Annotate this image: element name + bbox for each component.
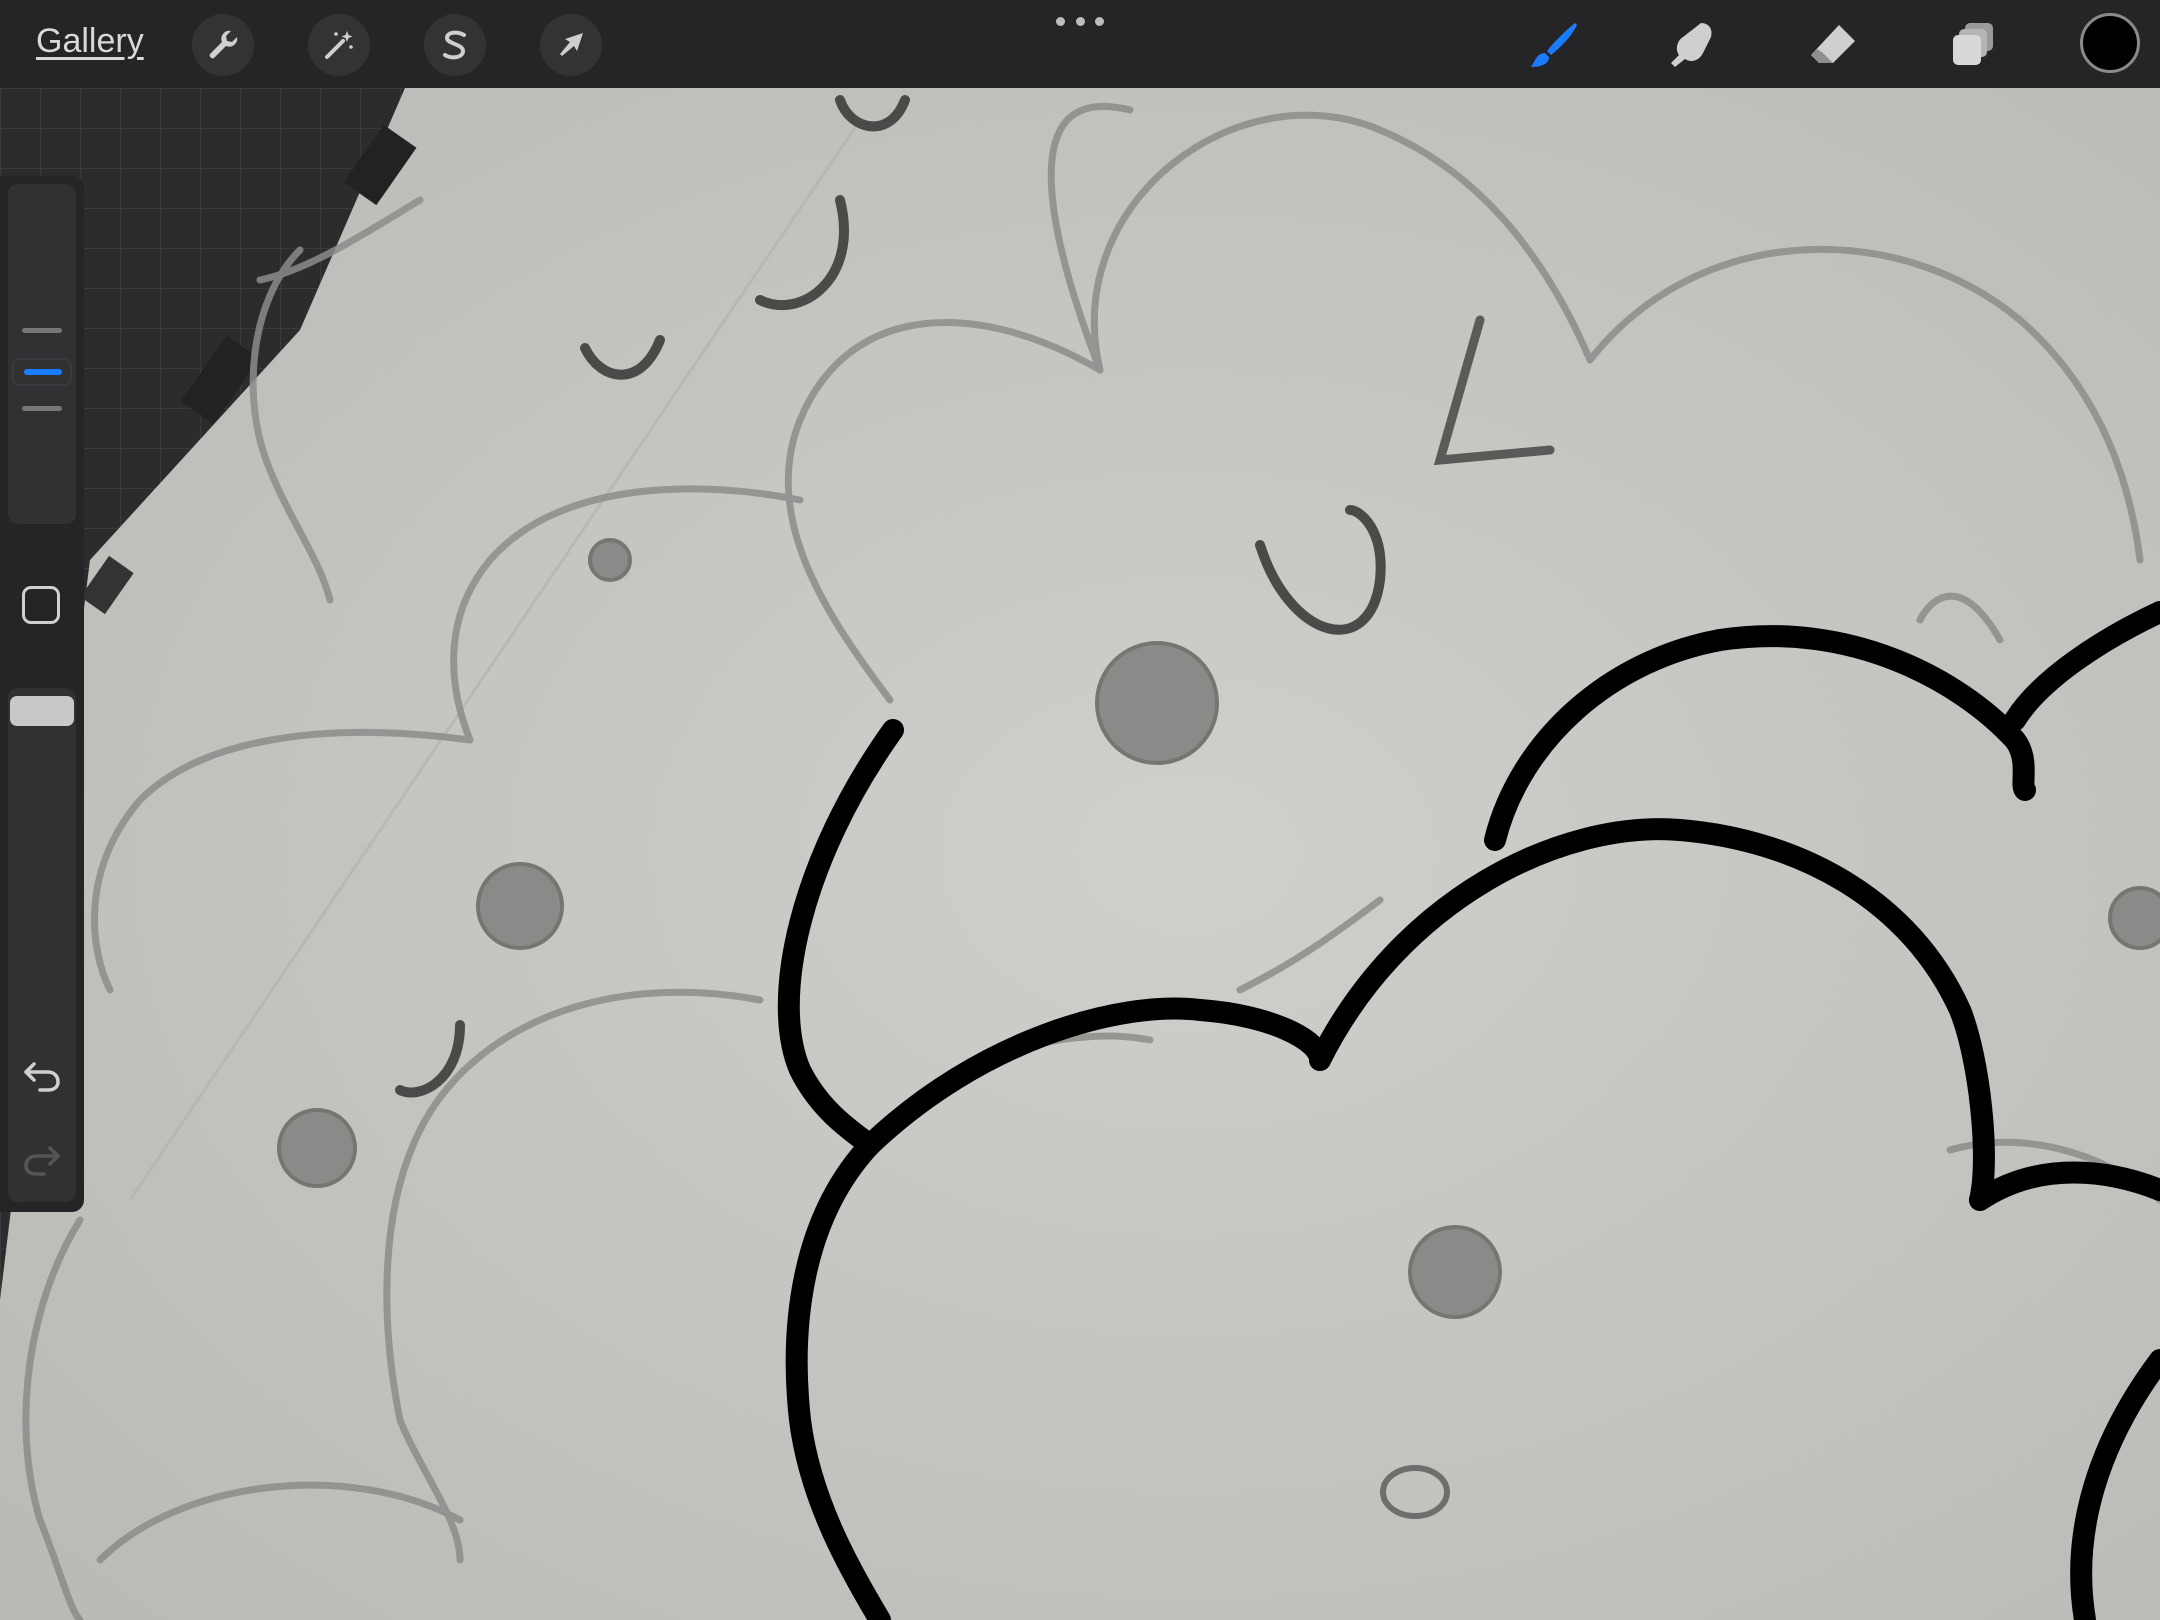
actions-button[interactable] bbox=[192, 14, 254, 76]
arrow-cursor-icon bbox=[560, 33, 583, 56]
top-toolbar: Gallery bbox=[0, 0, 2160, 88]
color-picker-button[interactable] bbox=[2080, 13, 2140, 73]
opacity-thumb[interactable] bbox=[10, 696, 74, 726]
brush-tool-button[interactable] bbox=[1520, 14, 1586, 76]
layers-icon bbox=[1953, 23, 1993, 65]
size-tick bbox=[22, 328, 62, 333]
left-sidebar bbox=[0, 176, 84, 1212]
opacity-slider[interactable] bbox=[8, 688, 76, 1202]
brush-size-slider[interactable] bbox=[8, 184, 76, 524]
brush-size-thumb[interactable] bbox=[12, 358, 72, 386]
gallery-button[interactable]: Gallery bbox=[36, 22, 144, 61]
more-options-icon[interactable] bbox=[1056, 14, 1104, 28]
size-tick bbox=[22, 406, 62, 411]
selection-button[interactable] bbox=[424, 14, 486, 76]
undo-icon[interactable] bbox=[20, 1054, 64, 1098]
selection-s-icon bbox=[443, 30, 466, 60]
wrench-icon bbox=[209, 30, 238, 59]
smudge-tool-button[interactable] bbox=[1660, 14, 1726, 76]
redo-icon[interactable] bbox=[20, 1138, 64, 1182]
drawing-canvas[interactable] bbox=[0, 88, 2160, 1620]
transform-button[interactable] bbox=[540, 14, 602, 76]
eraser-icon bbox=[1811, 25, 1855, 63]
modify-button[interactable] bbox=[22, 586, 60, 624]
layers-tool-button[interactable] bbox=[1940, 14, 2006, 76]
brush-icon bbox=[1531, 23, 1577, 67]
smudge-finger-icon bbox=[1671, 23, 1712, 67]
eraser-tool-button[interactable] bbox=[1800, 14, 1866, 76]
adjustments-button[interactable] bbox=[308, 14, 370, 76]
magic-wand-icon bbox=[325, 31, 353, 59]
